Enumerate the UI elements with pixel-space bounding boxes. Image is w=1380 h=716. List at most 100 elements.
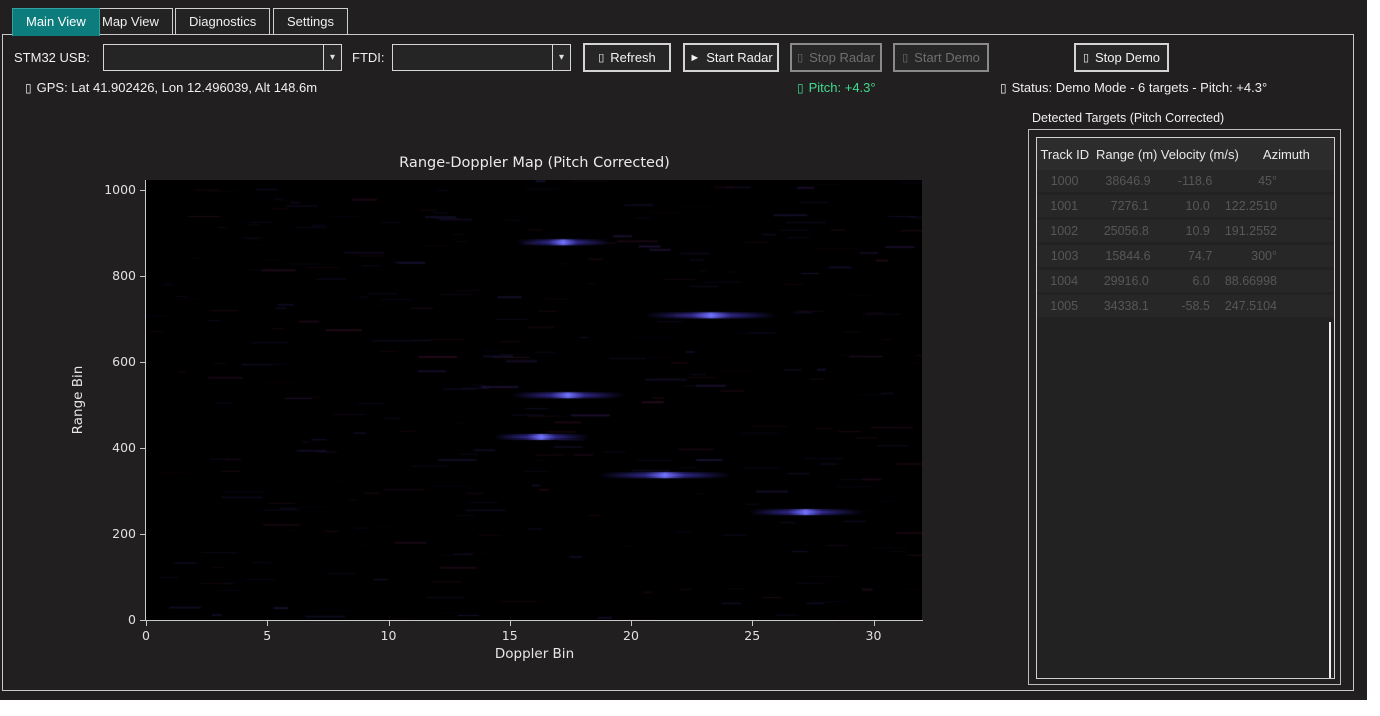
y-tick-label: 800	[92, 268, 136, 283]
table-cell: 88.66998	[1225, 274, 1334, 288]
play-icon: ►	[689, 52, 700, 64]
x-tick-mark	[631, 621, 632, 626]
pitch-indicator: ▯Pitch: +4.3°	[797, 80, 876, 95]
y-tick-label: 400	[92, 440, 136, 455]
y-tick-mark	[140, 534, 145, 535]
ftdi-combobox-value	[393, 45, 552, 70]
stop-icon: ▯	[1083, 51, 1089, 64]
x-tick-mark	[874, 621, 875, 626]
table-row[interactable]: 100534338.1-58.5247.5104	[1037, 295, 1334, 320]
table-cell: 1004	[1037, 274, 1091, 288]
demo-play-icon: ▯	[902, 51, 908, 64]
x-tick-label: 20	[611, 628, 651, 643]
table-cell: 34338.1	[1091, 299, 1161, 313]
table-cell: 38646.9	[1092, 174, 1162, 188]
stm32-usb-combobox[interactable]: ▾	[103, 44, 342, 71]
y-tick-label: 0	[92, 612, 136, 627]
table-header-cell[interactable]: Azimuth	[1239, 147, 1334, 162]
chart-xlabel: Doppler Bin	[146, 646, 923, 662]
table-row[interactable]: 100038646.9-118.645°	[1037, 170, 1334, 195]
x-tick-mark	[146, 621, 147, 626]
table-cell: 191.2552	[1225, 224, 1334, 238]
x-tick-mark	[267, 621, 268, 626]
status-dot-icon: ▯	[1000, 81, 1007, 95]
start-radar-button[interactable]: ► Start Radar	[683, 43, 779, 72]
x-tick-mark	[389, 621, 390, 626]
table-cell: 1000	[1037, 174, 1092, 188]
table-cell: -58.5	[1161, 299, 1225, 313]
tab-diagnostics[interactable]: Diagnostics	[175, 8, 270, 34]
stop-demo-button[interactable]: ▯ Stop Demo	[1074, 43, 1169, 72]
range-doppler-chart	[145, 180, 923, 621]
table-cell: 15844.6	[1092, 249, 1162, 263]
table-cell: 7276.1	[1091, 199, 1161, 213]
tab-map-view[interactable]: Map View	[88, 8, 173, 34]
app-window: Main View Map View Diagnostics Settings …	[0, 0, 1367, 700]
table-header-cell[interactable]: Range (m)	[1093, 147, 1161, 162]
table-row[interactable]: 100429916.06.088.66998	[1037, 270, 1334, 295]
chevron-down-icon[interactable]: ▾	[323, 45, 341, 70]
y-tick-mark	[140, 620, 145, 621]
table-cell: -118.6	[1163, 174, 1228, 188]
chart-title: Range-Doppler Map (Pitch Corrected)	[146, 155, 923, 171]
table-cell: 74.7	[1163, 249, 1228, 263]
ftdi-combobox[interactable]: ▾	[392, 44, 571, 71]
x-tick-mark	[510, 621, 511, 626]
table-cell: 1002	[1037, 224, 1091, 238]
pitch-indicator-text: Pitch: +4.3°	[809, 80, 876, 95]
refresh-button-label: Refresh	[610, 50, 656, 65]
table-cell: 247.5104	[1225, 299, 1334, 313]
table-cell: 10.0	[1161, 199, 1225, 213]
table-cell: 300°	[1227, 249, 1334, 263]
targets-panel-title: Detected Targets (Pitch Corrected)	[1032, 111, 1224, 125]
chart-ylabel: Range Bin	[70, 366, 86, 435]
x-tick-label: 10	[369, 628, 409, 643]
y-tick-label: 1000	[92, 182, 136, 197]
stop-radar-button-label: Stop Radar	[809, 50, 875, 65]
y-tick-label: 600	[92, 354, 136, 369]
tab-settings[interactable]: Settings	[273, 8, 348, 34]
stop-radar-button: ▯ Stop Radar	[790, 43, 882, 72]
table-header-cell[interactable]: Velocity (m/s)	[1161, 147, 1239, 162]
table-row[interactable]: 100225056.810.9191.2552	[1037, 220, 1334, 245]
table-row[interactable]: 100315844.674.7300°	[1037, 245, 1334, 270]
gps-status: ▯ GPS: Lat 41.902426, Lon 12.496039, Alt …	[25, 80, 317, 95]
table-cell: 29916.0	[1091, 274, 1161, 288]
gps-status-text: GPS: Lat 41.902426, Lon 12.496039, Alt 1…	[37, 80, 317, 95]
stop-demo-button-label: Stop Demo	[1095, 50, 1160, 65]
table-header-cell[interactable]: Track ID	[1037, 147, 1093, 162]
x-tick-mark	[752, 621, 753, 626]
chevron-down-icon[interactable]: ▾	[552, 45, 570, 70]
start-radar-button-label: Start Radar	[706, 50, 772, 65]
table-cell: 6.0	[1161, 274, 1225, 288]
table-row[interactable]: 10017276.110.0122.2510	[1037, 195, 1334, 220]
y-tick-mark	[140, 190, 145, 191]
table-cell: 122.2510	[1225, 199, 1334, 213]
status-message-text: Status: Demo Mode - 6 targets - Pitch: +…	[1012, 80, 1268, 95]
stm32-usb-combobox-value	[104, 45, 323, 70]
table-header-row: Track IDRange (m)Velocity (m/s)Azimuth	[1037, 138, 1334, 170]
start-demo-button: ▯ Start Demo	[893, 43, 989, 72]
tab-main-view[interactable]: Main View	[12, 8, 100, 36]
x-tick-label: 5	[247, 628, 287, 643]
y-tick-mark	[140, 448, 145, 449]
satellite-icon: ▯	[25, 81, 32, 95]
table-cell: 1003	[1037, 249, 1092, 263]
y-tick-label: 200	[92, 526, 136, 541]
refresh-button[interactable]: ▯ Refresh	[583, 43, 671, 72]
stop-icon: ▯	[797, 51, 803, 64]
x-tick-label: 25	[732, 628, 772, 643]
targets-table[interactable]: Track IDRange (m)Velocity (m/s)Azimuth10…	[1036, 137, 1335, 679]
y-tick-mark	[140, 276, 145, 277]
refresh-icon: ▯	[598, 51, 604, 64]
table-cell: 45°	[1227, 174, 1334, 188]
table-cell: 1001	[1037, 199, 1091, 213]
start-demo-button-label: Start Demo	[914, 50, 980, 65]
table-cell: 10.9	[1161, 224, 1225, 238]
x-tick-label: 0	[126, 628, 166, 643]
table-scrollbar[interactable]	[1329, 322, 1331, 678]
table-cell: 25056.8	[1091, 224, 1161, 238]
table-cell: 1005	[1037, 299, 1091, 313]
range-doppler-heatmap-canvas	[146, 180, 922, 620]
ftdi-label: FTDI:	[352, 50, 385, 65]
